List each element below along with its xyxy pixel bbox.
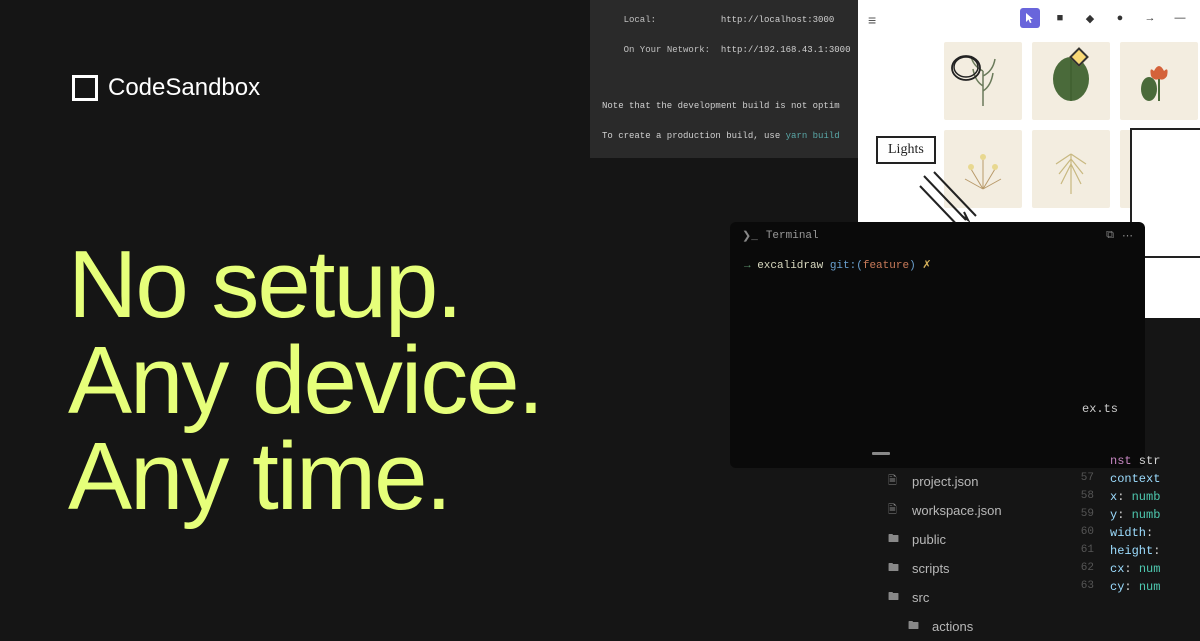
prompt-git-prefix: git:( — [830, 260, 863, 272]
file-explorer[interactable]: 🗎 project.json 🗎 workspace.json 🖿 public… — [858, 452, 1070, 641]
terminal-header: ❯_ Terminal ⧉ ⋯ — [730, 222, 1145, 250]
drag-handle-icon[interactable] — [872, 452, 890, 455]
code-line: nst str — [1070, 452, 1200, 470]
file-icon: 🗎 — [888, 501, 902, 520]
headline-line-1: No setup. — [68, 238, 542, 332]
prompt-git-suffix: ) — [909, 260, 916, 272]
lights-label[interactable]: Lights — [876, 136, 936, 164]
folder-name: scripts — [912, 561, 950, 576]
folder-icon: 🖿 — [888, 530, 902, 549]
logo-square-icon — [72, 75, 98, 101]
headline-line-3: Any time. — [68, 430, 542, 524]
code-line: 59 y: numb — [1070, 506, 1200, 524]
pointer-tool-button[interactable] — [1020, 8, 1040, 28]
editor-tab[interactable]: ex.ts — [1070, 396, 1200, 422]
prompt-arrow-icon: → — [744, 260, 757, 272]
prompt-directory: excalidraw — [757, 260, 823, 272]
code-line: 63 cy: num — [1070, 578, 1200, 596]
headline-line-2: Any device. — [68, 334, 542, 428]
split-pane-icon[interactable]: ⧉ — [1106, 230, 1114, 242]
code-line: 62 cx: num — [1070, 560, 1200, 578]
terminal-title: Terminal — [766, 230, 819, 242]
plant-image-3[interactable] — [1120, 42, 1198, 120]
line-tool-button[interactable]: — — [1170, 8, 1190, 28]
local-url: http://localhost:3000 — [721, 15, 834, 25]
logo: CodeSandbox — [72, 74, 260, 102]
folder-item-public[interactable]: 🖿 public — [858, 525, 1070, 554]
arrow-tool-button[interactable]: → — [1140, 8, 1160, 28]
prompt-branch: feature — [863, 260, 909, 272]
logo-text: CodeSandbox — [108, 74, 260, 102]
file-name: workspace.json — [912, 503, 1002, 518]
build-cmd: yarn build — [786, 131, 840, 141]
more-icon[interactable]: ⋯ — [1122, 229, 1133, 243]
file-icon: 🗎 — [888, 472, 902, 491]
diamond-tool-button[interactable]: ◆ — [1080, 8, 1100, 28]
folder-item-src[interactable]: 🖿 src — [858, 583, 1070, 612]
folder-name: public — [912, 532, 946, 547]
folder-icon: 🖿 — [888, 559, 902, 578]
dev-server-output: Local: http://localhost:3000 On Your Net… — [590, 0, 858, 158]
local-label: Local: — [624, 15, 656, 25]
code-line: 58 x: numb — [1070, 488, 1200, 506]
folder-item-actions[interactable]: 🖿 actions — [858, 612, 1070, 641]
file-name: project.json — [912, 474, 978, 489]
file-item-project-json[interactable]: 🗎 project.json — [858, 467, 1070, 496]
build-note-2: To create a production build, use — [602, 131, 786, 141]
build-note-1: Note that the development build is not o… — [602, 101, 846, 111]
code-line: 57 context — [1070, 470, 1200, 488]
folder-icon: 🖿 — [908, 617, 922, 636]
code-line: 60 width: — [1070, 524, 1200, 542]
square-tool-button[interactable]: ■ — [1050, 8, 1070, 28]
circle-tool-button[interactable]: ● — [1110, 8, 1130, 28]
headline: No setup. Any device. Any time. — [68, 238, 542, 526]
terminal-prompt-icon: ❯_ — [742, 229, 758, 243]
network-label: On Your Network: — [624, 45, 710, 55]
prompt-dirty-icon: ✗ — [922, 260, 931, 272]
code-line: 61 height: — [1070, 542, 1200, 560]
network-url: http://192.168.43.1:3000 — [721, 45, 851, 55]
circle-annotation — [948, 52, 984, 84]
file-item-workspace-json[interactable]: 🗎 workspace.json — [858, 496, 1070, 525]
hamburger-icon[interactable]: ≡ — [868, 12, 876, 28]
folder-name: actions — [932, 619, 973, 634]
plant-image-5[interactable] — [1032, 130, 1110, 208]
code-editor[interactable]: ex.ts nst str 57 context 58 x: numb 59 y… — [1070, 396, 1200, 596]
folder-name: src — [912, 590, 929, 605]
folder-icon: 🖿 — [888, 588, 902, 607]
terminal-body[interactable]: → excalidraw git:(feature) ✗ — [730, 250, 1145, 280]
folder-item-scripts[interactable]: 🖿 scripts — [858, 554, 1070, 583]
drawing-toolbar: ■ ◆ ● → — — [1020, 8, 1190, 28]
